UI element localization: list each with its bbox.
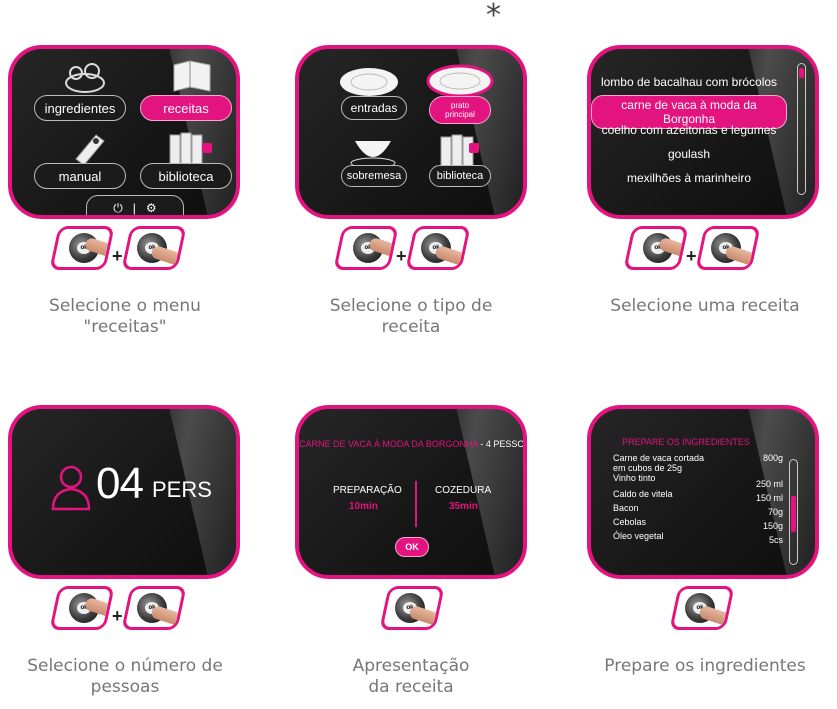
cook-value: 35min (449, 501, 478, 512)
press-knob-control: ok (121, 226, 187, 270)
rotate-knob-control: ok (333, 226, 399, 270)
press-knob-control: ok (379, 586, 445, 630)
step-caption: Apresentação da receita (352, 656, 470, 697)
step-caption: Prepare os ingredientes (604, 656, 806, 676)
dessert-cup-icon (350, 141, 396, 169)
ingredients-icon (65, 63, 105, 93)
screen-ingredients: PREPARE OS INGREDIENTES Carne de vaca co… (587, 405, 819, 579)
recipe-item[interactable]: mexilhões à marinheiro (591, 171, 787, 185)
recipe-book-icon (173, 60, 211, 92)
plus-sign: + (112, 606, 123, 626)
prep-value: 10min (349, 501, 378, 512)
scrollbar[interactable] (789, 459, 798, 565)
sobremesa-button[interactable]: sobremesa (341, 165, 407, 187)
screen-recipe-overview: CARNE DE VACA À MODA DA BORGONHA - 4 PES… (295, 405, 527, 579)
plus-sign: + (686, 246, 697, 266)
rotate-knob-control: ok (49, 226, 115, 270)
step-caption: Selecione o menu "receitas" (49, 296, 201, 337)
recipe-item[interactable]: goulash (591, 147, 787, 161)
screen-recipe-type: entradas prato principal sobremesa biblio… (295, 45, 527, 219)
power-icon[interactable]: ⏻ (113, 201, 123, 216)
manual-icon (75, 134, 105, 166)
rotate-knob-control: ok (49, 586, 115, 630)
cook-label: COZEDURA (435, 485, 492, 496)
ingredient-row: Óleo vegetal 5cs (613, 531, 783, 545)
receitas-button[interactable]: receitas (140, 95, 232, 121)
persons-unit: PERS (152, 477, 212, 502)
scrollbar[interactable] (797, 63, 806, 195)
person-icon (51, 465, 91, 511)
screen-recipe-list: lombo de bacalhau com brócolos carne de … (587, 45, 819, 219)
plate-icon (340, 68, 398, 96)
ingredient-row: Carne de vaca cortada em cubos de 25g 800g (613, 453, 783, 473)
ingredient-row: Vinho tinto 250 ml (613, 473, 783, 489)
press-knob-control: ok (121, 586, 187, 630)
recipe-item[interactable]: coelho com azeitonas e legumes (591, 123, 787, 137)
ok-button[interactable]: OK (395, 537, 429, 557)
plus-sign: + (396, 246, 407, 266)
ingredients-title: PREPARE OS INGREDIENTES (622, 437, 750, 447)
recipe-title: CARNE DE VACA À MODA DA BORGONHA - 4 PES… (299, 439, 525, 449)
ingredientes-button[interactable]: ingredientes (34, 95, 126, 121)
manual-button[interactable]: manual (34, 163, 126, 189)
rotate-knob-control: ok (623, 226, 689, 270)
press-knob-control: ok (405, 226, 471, 270)
biblioteca-button[interactable]: biblioteca (140, 163, 232, 189)
asterisk-mark: * (486, 0, 501, 33)
prato-principal-button[interactable]: prato principal (429, 96, 491, 124)
press-knob-control: ok (695, 226, 761, 270)
main-plate-icon (426, 64, 494, 98)
divider (415, 481, 417, 527)
screen-main-menu: ingredientes receitas manual biblioteca … (8, 45, 240, 219)
step-caption: Selecione uma receita (610, 296, 800, 316)
plus-sign: + (112, 246, 123, 266)
gear-icon[interactable]: ⚙ (146, 201, 157, 215)
ingredient-list: Carne de vaca cortada em cubos de 25g 800g… (613, 453, 783, 545)
ingredient-row: Cebolas 150g (613, 517, 783, 531)
screen-persons: 04 PERS (8, 405, 240, 579)
ingredient-row: Caldo de vitela 150 ml (613, 489, 783, 503)
recipe-item[interactable]: lombo de bacalhau com brócolos (591, 75, 787, 89)
step-caption: Selecione o tipo de receita (329, 296, 493, 337)
entradas-button[interactable]: entradas (341, 96, 407, 120)
ingredient-row: Bacon 70g (613, 503, 783, 517)
step-caption: Selecione o número de pessoas (27, 656, 223, 697)
press-knob-control: ok (669, 586, 735, 630)
biblioteca-button[interactable]: biblioteca (429, 165, 491, 187)
persons-value[interactable]: 04 (96, 459, 144, 509)
prep-label: PREPARAÇÃO (333, 485, 402, 496)
power-settings-bar: ⏻ | ⚙ (86, 195, 184, 216)
